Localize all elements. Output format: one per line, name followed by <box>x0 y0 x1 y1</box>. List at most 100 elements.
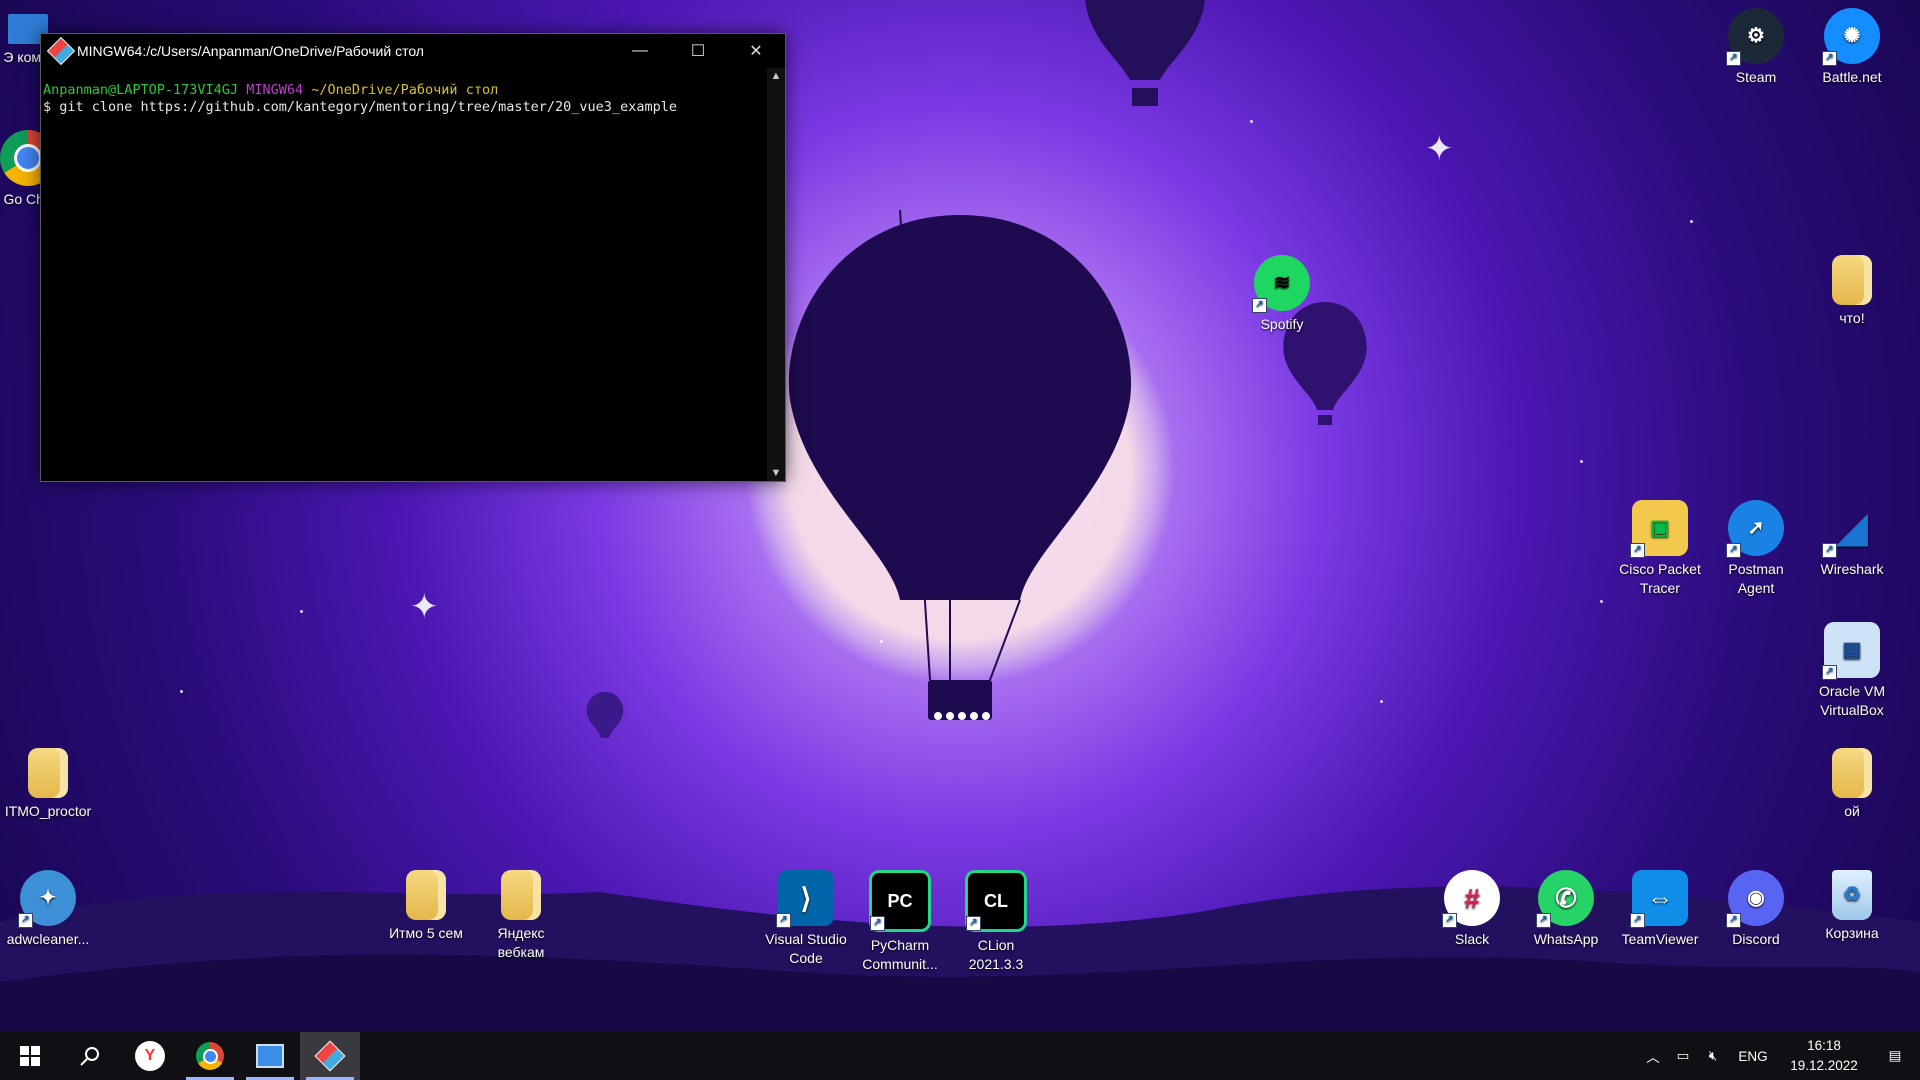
desktop-icon-teamviewer[interactable]: ⇔ ↗ TeamViewer <box>1614 870 1706 949</box>
volume-button[interactable]: 🔇︎ <box>1698 1032 1728 1080</box>
command-line: $ git clone https://github.com/kantegory… <box>43 99 677 115</box>
desktop-icon-spotify[interactable]: ≋ ↗ Spotify <box>1236 255 1328 334</box>
desktop-icon-label: Steam <box>1735 69 1777 85</box>
git-bash-icon <box>314 1040 346 1072</box>
git-bash-icon <box>46 36 76 66</box>
battery-button[interactable]: ▭ <box>1668 1032 1698 1080</box>
desktop-icon-label: ITMO_proctor <box>4 803 92 819</box>
taskbar-explorer[interactable] <box>240 1032 300 1080</box>
prompt-env: MINGW64 <box>246 82 304 98</box>
desktop-icon-label: PyCharm Communit... <box>862 937 938 972</box>
language-indicator[interactable]: ENG <box>1728 1032 1778 1080</box>
steam-icon: ⚙ ↗ <box>1726 8 1784 66</box>
desktop-icon-label: Oracle VM VirtualBox <box>1818 683 1886 718</box>
pycharm-icon: PC ↗ <box>869 870 931 932</box>
desktop-icon-label: Яндекс вебкам <box>497 925 545 960</box>
taskbar-git-bash[interactable] <box>300 1032 360 1080</box>
vscode-icon: ⟩ ↗ <box>776 870 834 928</box>
notification-icon: ▤ <box>1888 1048 1902 1063</box>
maximize-button[interactable]: ☐ <box>669 34 727 68</box>
yandex-browser-icon: Y <box>135 1041 165 1071</box>
postman-icon: ➚ ↗ <box>1726 500 1784 558</box>
taskbar-chrome[interactable] <box>180 1032 240 1080</box>
desktop-icon-label: Spotify <box>1260 316 1304 332</box>
notifications-button[interactable]: ▤ <box>1870 1032 1920 1080</box>
chrome-icon <box>196 1042 224 1070</box>
desktop-icon-label: WhatsApp <box>1533 931 1599 947</box>
teamviewer-icon: ⇔ ↗ <box>1630 870 1688 928</box>
terminal-title: MINGW64:/c/Users/Anpanman/OneDrive/Рабоч… <box>77 43 424 59</box>
battlenet-icon: ✺ ↗ <box>1822 8 1880 66</box>
desktop-icon-label: Cisco Packet Tracer <box>1619 561 1701 596</box>
folder-icon <box>406 870 446 920</box>
prompt-user: Anpanman@LAPTOP-173VI4GJ <box>43 82 239 98</box>
desktop-icon-label: Visual Studio Code <box>765 931 847 966</box>
cisco-packet-tracer-icon: ▣ ↗ <box>1630 500 1688 558</box>
balloon-silhouette <box>788 210 1132 720</box>
prompt-path: ~/OneDrive/Рабочий стол <box>311 82 499 98</box>
folder-icon <box>1832 255 1872 305</box>
start-button[interactable] <box>0 1032 60 1080</box>
clion-icon: CL ↗ <box>965 870 1027 932</box>
desktop-icon-label: CLion 2021.3.3 <box>968 937 1024 972</box>
folder-icon <box>28 748 68 798</box>
prompt-line: Anpanman@LAPTOP-173VI4GJ MINGW64 ~/OneDr… <box>43 82 767 99</box>
desktop-icon-postman-agent[interactable]: ➚ ↗ Postman Agent <box>1710 500 1802 598</box>
taskbar-yandex-browser[interactable]: Y <box>120 1032 180 1080</box>
desktop-icon-chto-folder[interactable]: что! <box>1806 255 1898 328</box>
terminal-scrollbar[interactable]: ▲ ▼ <box>767 68 785 481</box>
desktop-icon-oi-folder[interactable]: ой <box>1806 748 1898 821</box>
balloon-silhouette-top <box>1085 0 1205 106</box>
terminal-window[interactable]: MINGW64:/c/Users/Anpanman/OneDrive/Рабоч… <box>40 33 786 482</box>
discord-icon: ◉ ↗ <box>1726 870 1784 928</box>
taskbar: Y ︿ ▭ 🔇︎ ENG 16:18 19.12.2022 ▤ <box>0 1032 1920 1080</box>
balloon-silhouette-tiny <box>586 692 624 738</box>
recycle-bin-icon: ♻ <box>1832 870 1872 920</box>
desktop-icon-adwcleaner[interactable]: ✦ ↗ adwcleaner... <box>2 870 94 949</box>
speaker-muted-icon: 🔇︎ <box>1708 1048 1718 1063</box>
terminal-title-bar[interactable]: MINGW64:/c/Users/Anpanman/OneDrive/Рабоч… <box>41 34 785 68</box>
show-hidden-icons-button[interactable]: ︿ <box>1638 1032 1668 1080</box>
desktop-icon-recycle-bin[interactable]: ♻ Корзина <box>1806 870 1898 943</box>
desktop-icon-label: Wireshark <box>1820 561 1884 577</box>
search-button[interactable] <box>60 1032 120 1080</box>
desktop-icon-label: Slack <box>1454 931 1490 947</box>
desktop-icon-clion[interactable]: CL ↗ CLion 2021.3.3 <box>950 870 1042 974</box>
clock-date: 19.12.2022 <box>1790 1058 1858 1073</box>
scroll-down-icon[interactable]: ▼ <box>767 467 785 479</box>
chevron-up-icon: ︿ <box>1646 1050 1660 1065</box>
clock-time: 16:18 <box>1807 1038 1841 1053</box>
desktop-icon-label: что! <box>1839 310 1865 326</box>
close-button[interactable]: ✕ <box>727 34 785 68</box>
desktop-icon-label: ой <box>1844 803 1860 819</box>
folder-icon <box>501 870 541 920</box>
system-tray: ︿ ▭ 🔇︎ ENG 16:18 19.12.2022 ▤ <box>1638 1032 1920 1080</box>
desktop-icon-label: TeamViewer <box>1621 931 1699 947</box>
desktop-icon-vscode[interactable]: ⟩ ↗ Visual Studio Code <box>760 870 852 968</box>
desktop-icon-label: Итмо 5 сем <box>389 925 463 941</box>
search-icon <box>80 1047 99 1066</box>
desktop-icon-label: Корзина <box>1825 925 1879 941</box>
desktop-icon-whatsapp[interactable]: ✆ ↗ WhatsApp <box>1520 870 1612 949</box>
desktop-icon-label: adwcleaner... <box>6 931 90 947</box>
desktop-icon-pycharm[interactable]: PC ↗ PyCharm Communit... <box>854 870 946 974</box>
scroll-up-icon[interactable]: ▲ <box>767 68 785 82</box>
window-icon <box>256 1044 284 1068</box>
desktop-icon-battlenet[interactable]: ✺ ↗ Battle.net <box>1806 8 1898 87</box>
desktop-icon-steam[interactable]: ⚙ ↗ Steam <box>1710 8 1802 87</box>
desktop-icon-itmo-5-sem[interactable]: Итмо 5 сем <box>380 870 472 943</box>
desktop-icon-virtualbox[interactable]: ▦ ↗ Oracle VM VirtualBox <box>1806 622 1898 720</box>
adwcleaner-icon: ✦ ↗ <box>18 870 76 928</box>
desktop-icon-yandex-webcam[interactable]: Яндекс вебкам <box>475 870 567 962</box>
virtualbox-icon: ▦ ↗ <box>1822 622 1880 680</box>
desktop-icon-wireshark[interactable]: ◢ ↗ Wireshark <box>1806 500 1898 579</box>
desktop-icon-slack[interactable]: # ↗ Slack <box>1426 870 1518 949</box>
desktop-icon-itmo-proctor[interactable]: ITMO_proctor <box>2 748 94 821</box>
desktop-icon-cisco-packet-tracer[interactable]: ▣ ↗ Cisco Packet Tracer <box>1614 500 1706 598</box>
terminal-output[interactable]: Anpanman@LAPTOP-173VI4GJ MINGW64 ~/OneDr… <box>41 82 767 481</box>
clock[interactable]: 16:18 19.12.2022 <box>1778 1036 1870 1076</box>
desktop-icon-label: Postman Agent <box>1728 561 1784 596</box>
minimize-button[interactable]: — <box>611 34 669 68</box>
desktop-icon-discord[interactable]: ◉ ↗ Discord <box>1710 870 1802 949</box>
folder-icon <box>1832 748 1872 798</box>
